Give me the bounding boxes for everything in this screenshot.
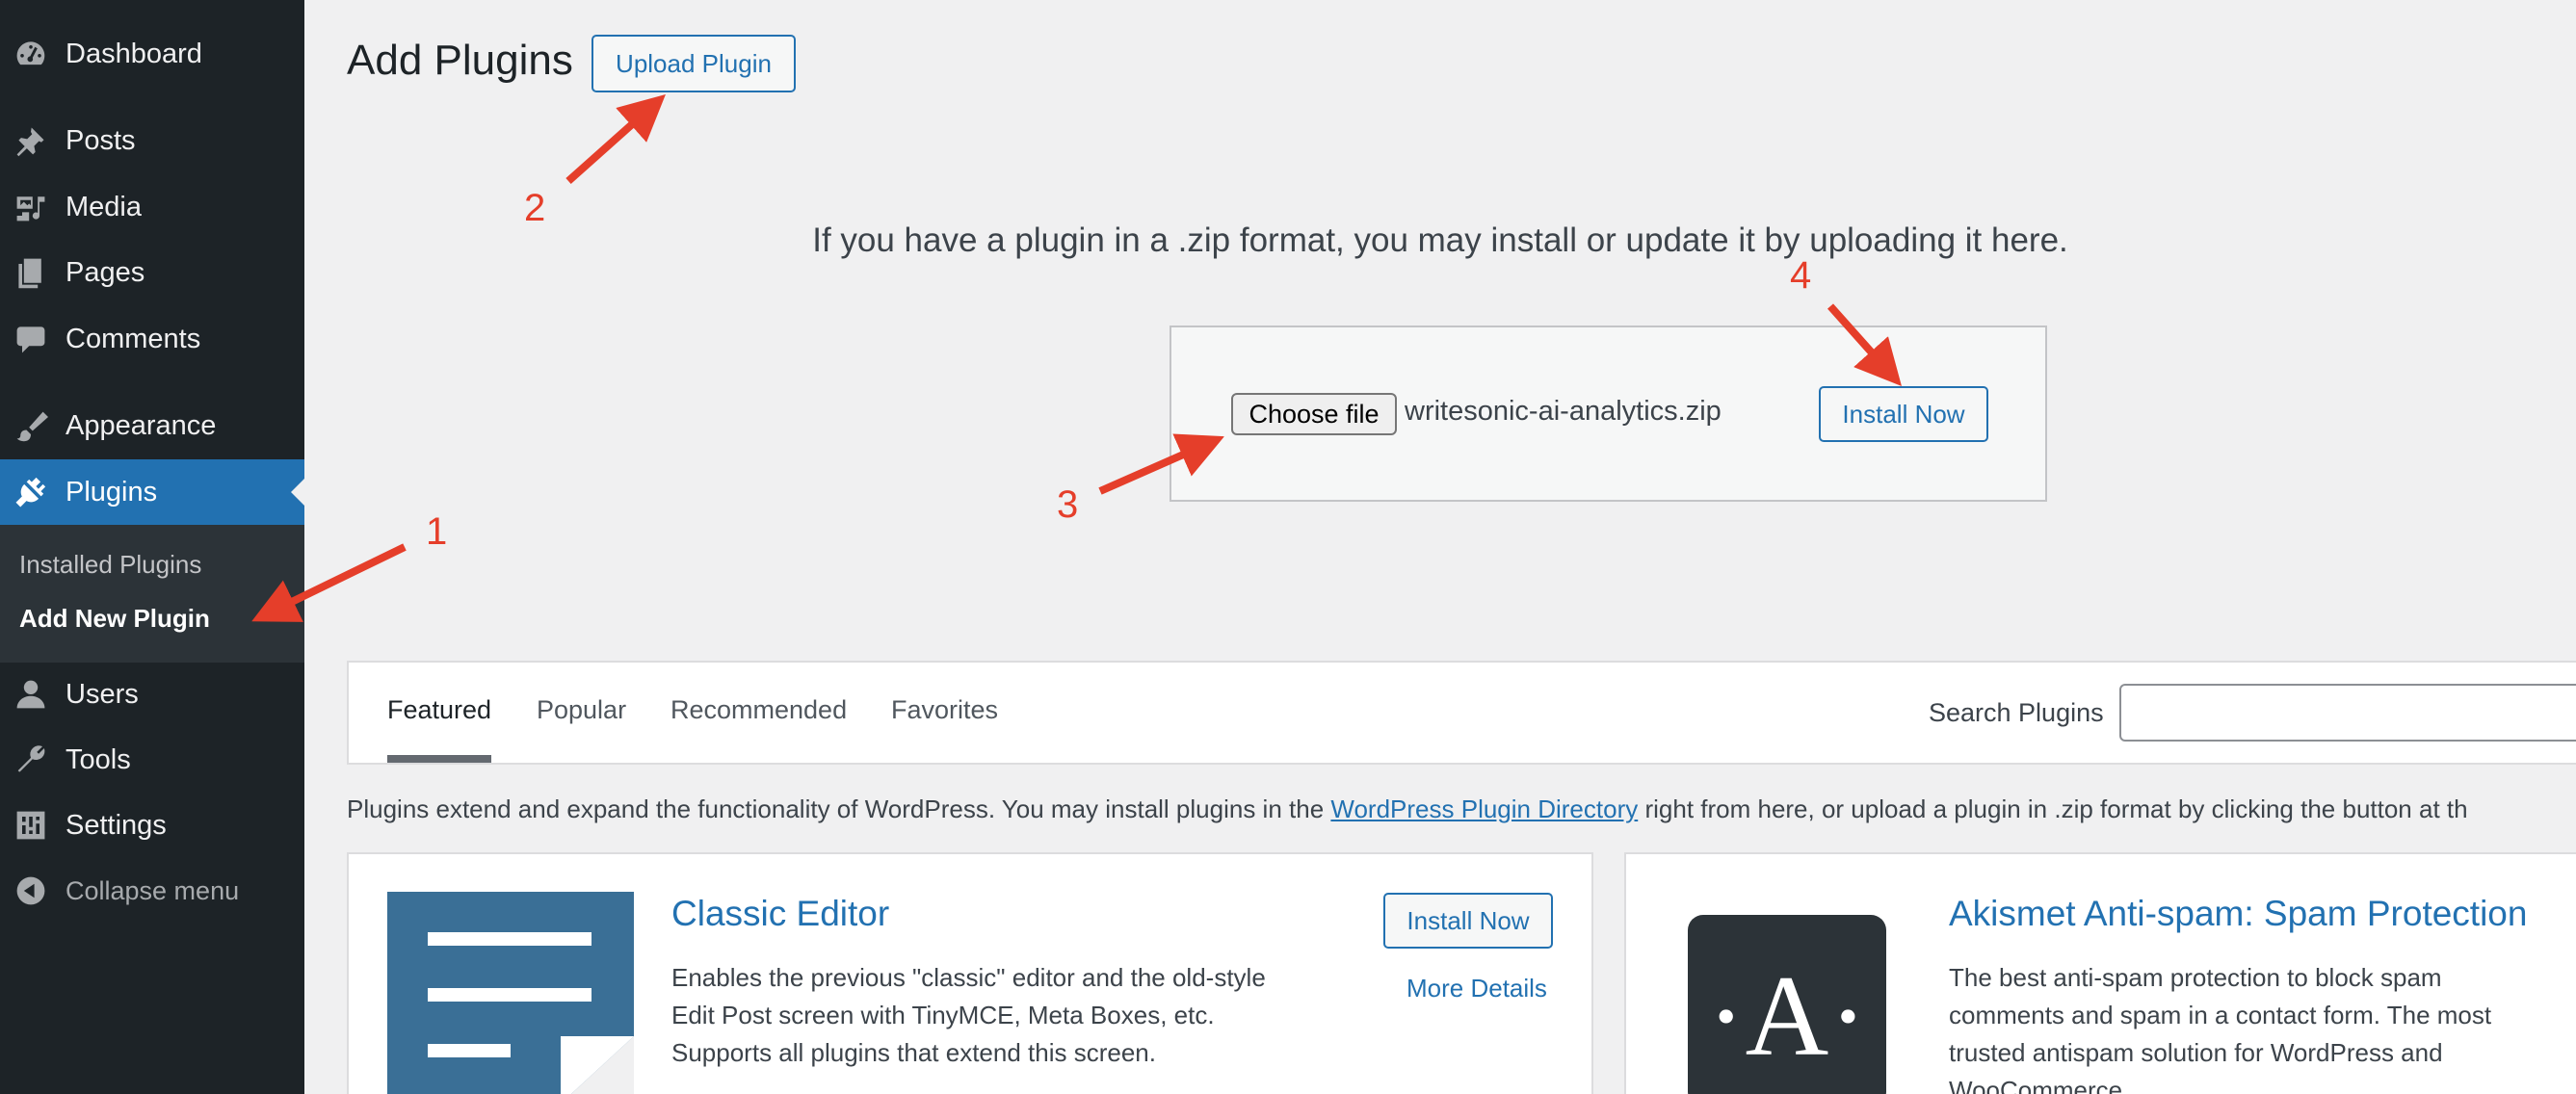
collapse-menu-button[interactable]: Collapse menu: [0, 858, 304, 924]
sidebar-item-label: Users: [66, 678, 139, 710]
plugin-directory-link[interactable]: WordPress Plugin Directory: [1330, 794, 1638, 823]
sidebar-item-settings[interactable]: Settings: [0, 793, 304, 858]
upload-help-text: If you have a plugin in a .zip format, y…: [812, 221, 2068, 259]
active-tab-indicator: [387, 755, 491, 763]
sidebar-item-appearance[interactable]: Appearance: [0, 393, 304, 458]
sidebar-item-label: Tools: [66, 743, 131, 775]
sidebar-item-label: Media: [66, 191, 142, 222]
search-plugins-input[interactable]: [2119, 684, 2576, 742]
classic-editor-more-details-link[interactable]: More Details: [1406, 974, 1547, 1003]
admin-sidebar: Dashboard Posts Media Pages Comments App…: [0, 0, 304, 1094]
annotation-number-1: 1: [426, 510, 448, 553]
plug-icon: [13, 475, 48, 509]
akismet-icon: ·A·: [1688, 915, 1886, 1094]
collapse-menu-label: Collapse menu: [66, 875, 240, 905]
desc-line: Edit Post screen with TinyMCE, Meta Boxe…: [671, 1001, 1215, 1029]
comment-icon: [13, 322, 48, 356]
plugins-submenu: Installed Plugins Add New Plugin: [0, 525, 304, 663]
upload-plugin-button[interactable]: Upload Plugin: [591, 35, 796, 92]
desc-line: comments and spam in a contact form. The…: [1949, 1001, 2492, 1029]
annotation-number-3: 3: [1057, 483, 1079, 526]
annotation-number-2: 2: [524, 187, 546, 229]
install-now-button[interactable]: Install Now: [1819, 386, 1988, 442]
sidebar-item-users[interactable]: Users: [0, 662, 304, 727]
description-text: Plugins extend and expand the functional…: [347, 794, 1331, 823]
sidebar-item-label: Plugins: [66, 476, 158, 508]
active-pointer: [291, 479, 304, 506]
sidebar-item-posts[interactable]: Posts: [0, 108, 304, 173]
sidebar-item-label: Appearance: [66, 409, 217, 441]
sidebar-item-label: Comments: [66, 323, 201, 354]
plugins-description: Plugins extend and expand the functional…: [347, 794, 2468, 824]
settings-icon: [13, 808, 48, 843]
plugin-title-akismet[interactable]: Akismet Anti-spam: Spam Protection: [1949, 894, 2527, 934]
plugin-desc-classic-editor: Enables the previous "classic" editor an…: [671, 959, 1266, 1072]
page-title: Add Plugins: [347, 37, 573, 84]
selected-file-name: writesonic-ai-analytics.zip: [1405, 396, 1722, 427]
tab-featured[interactable]: Featured: [387, 695, 491, 725]
collapse-icon: [13, 873, 48, 908]
submenu-installed-plugins[interactable]: Installed Plugins: [19, 550, 201, 580]
sidebar-item-comments[interactable]: Comments: [0, 306, 304, 372]
wrench-icon: [13, 742, 48, 777]
dashboard-icon: [13, 37, 48, 71]
choose-file-button[interactable]: Choose file: [1231, 393, 1397, 435]
user-icon: [13, 677, 48, 712]
sidebar-item-plugins[interactable]: Plugins: [0, 459, 304, 525]
akismet-logo-letter: ·A·: [1706, 951, 1868, 1080]
sidebar-item-tools[interactable]: Tools: [0, 727, 304, 793]
pin-icon: [13, 123, 48, 158]
sidebar-item-label: Posts: [66, 124, 136, 156]
desc-line: The best anti-spam protection to block s…: [1949, 963, 2442, 992]
classic-editor-icon: [387, 892, 634, 1094]
tab-popular[interactable]: Popular: [537, 695, 626, 725]
sidebar-item-label: Dashboard: [66, 38, 202, 69]
annotation-number-4: 4: [1790, 254, 1812, 297]
desc-line: Supports all plugins that extend this sc…: [671, 1038, 1156, 1067]
desc-line: trusted antispam solution for WordPress …: [1949, 1038, 2443, 1067]
tab-favorites[interactable]: Favorites: [891, 695, 998, 725]
media-icon: [13, 190, 48, 224]
description-text-end: right from here, or upload a plugin in .…: [1638, 794, 2468, 823]
desc-line: Enables the previous "classic" editor an…: [671, 963, 1266, 992]
tab-recommended[interactable]: Recommended: [670, 695, 847, 725]
sidebar-item-dashboard[interactable]: Dashboard: [0, 21, 304, 87]
classic-editor-install-button[interactable]: Install Now: [1383, 893, 1553, 949]
search-plugins-label: Search Plugins: [1929, 698, 2104, 727]
brush-icon: [13, 408, 48, 443]
sidebar-item-label: Settings: [66, 809, 167, 841]
submenu-add-new-plugin[interactable]: Add New Plugin: [19, 604, 210, 634]
plugin-title-classic-editor[interactable]: Classic Editor: [671, 894, 889, 934]
desc-line: WooCommerce.: [1949, 1076, 2130, 1094]
plugin-desc-akismet: The best anti-spam protection to block s…: [1949, 959, 2491, 1094]
sidebar-item-label: Pages: [66, 256, 145, 288]
arrow-2: [565, 94, 666, 184]
pages-icon: [13, 255, 48, 290]
